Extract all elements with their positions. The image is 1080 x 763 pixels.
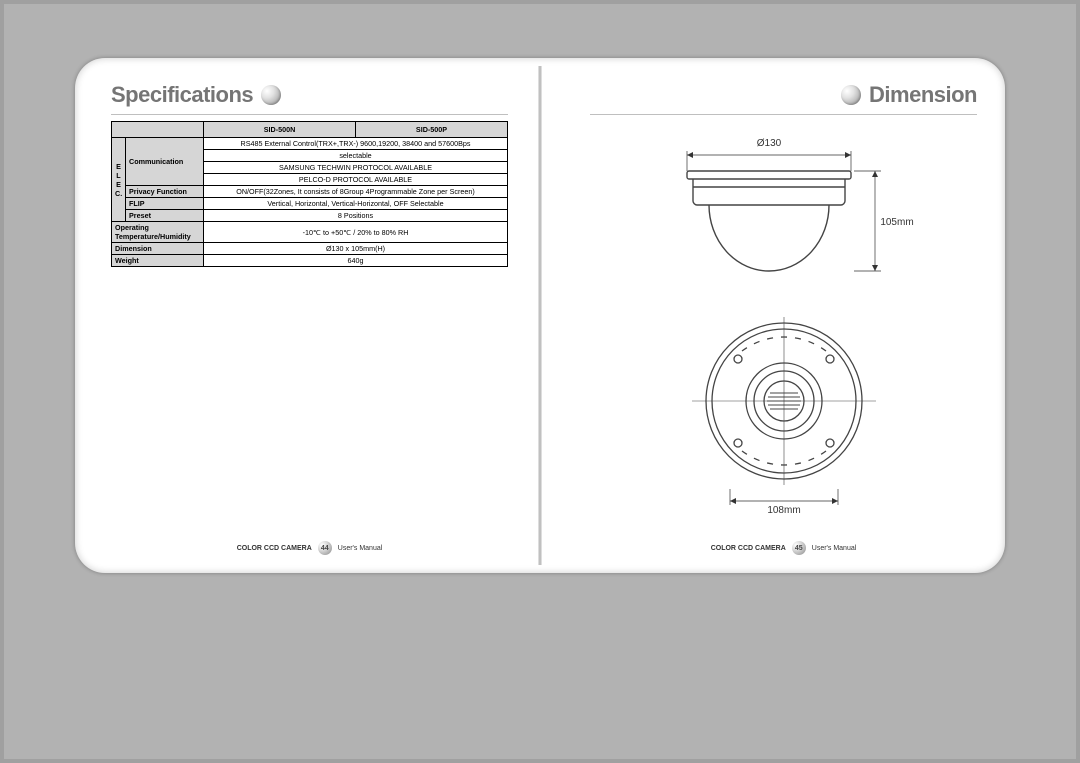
table-row: FLIP Vertical, Horizontal, Vertical-Hori… (112, 198, 508, 210)
table-row: Preset 8 Positions (112, 210, 508, 222)
temp-val: -10℃ to +50℃ / 20% to 80% RH (204, 222, 508, 243)
table-row: ELEC. Communication RS485 External Contr… (112, 138, 508, 150)
right-page-number: 45 (792, 541, 806, 555)
temp-label-2: Temperature/Humidity (115, 232, 191, 241)
dimension-header: Dimension (590, 82, 977, 115)
temp-label-1: Operating (115, 223, 149, 232)
footer-text: User's Manual (338, 545, 383, 552)
footer-text: User's Manual (812, 545, 857, 552)
specs-header: Specifications (111, 82, 508, 115)
left-footer: COLOR CCD CAMERA 44 User's Manual (111, 541, 508, 555)
model-b-header: SID-500P (356, 122, 508, 138)
sphere-icon (261, 85, 281, 105)
preset-val: 8 Positions (204, 210, 508, 222)
dome-bottom-view: 108mm (684, 311, 884, 516)
table-row: Privacy Function ON/OFF(32Zones, It cons… (112, 186, 508, 198)
specs-title: Specifications (111, 82, 253, 108)
dia-label: Ø130 (756, 138, 781, 149)
communication-l3: SAMSUNG TECHWIN PROTOCOL AVAILABLE (204, 162, 508, 174)
dimension-val: Ø130 x 105mm(H) (204, 243, 508, 255)
table-row: Dimension Ø130 x 105mm(H) (112, 243, 508, 255)
temp-label: Operating Temperature/Humidity (112, 222, 204, 243)
page-spread: Specifications SID-500N SID-500P ELEC. (75, 58, 1005, 573)
flip-label: FLIP (126, 198, 204, 210)
dimension-diagrams: Ø130 105mm (590, 121, 977, 541)
weight-val: 640g (204, 255, 508, 267)
communication-l2: selectable (204, 150, 508, 162)
right-page: Dimension Ø130 (540, 58, 1005, 573)
base-label: 108mm (767, 505, 800, 516)
dimension-title: Dimension (869, 82, 977, 108)
privacy-val: ON/OFF(32Zones, It consists of 8Group 4P… (204, 186, 508, 198)
specs-table: SID-500N SID-500P ELEC. Communication RS… (111, 121, 508, 267)
table-header-row: SID-500N SID-500P (112, 122, 508, 138)
left-page: Specifications SID-500N SID-500P ELEC. (75, 58, 540, 573)
communication-l4: PELCO-D PROTOCOL AVAILABLE (204, 174, 508, 186)
footer-brand: COLOR CCD CAMERA (711, 545, 786, 552)
dome-side-view: Ø130 105mm (649, 131, 919, 281)
left-page-number: 44 (318, 541, 332, 555)
corner-cell (112, 122, 204, 138)
dimension-label: Dimension (112, 243, 204, 255)
communication-label: Communication (126, 138, 204, 186)
height-label: 105mm (880, 217, 913, 228)
table-row: Operating Temperature/Humidity -10℃ to +… (112, 222, 508, 243)
sphere-icon (841, 85, 861, 105)
footer-brand: COLOR CCD CAMERA (237, 545, 312, 552)
privacy-label: Privacy Function (126, 186, 204, 198)
flip-val: Vertical, Horizontal, Vertical-Horizonta… (204, 198, 508, 210)
elec-group-label: ELEC. (112, 138, 126, 222)
preset-label: Preset (126, 210, 204, 222)
table-row: Weight 640g (112, 255, 508, 267)
right-footer: COLOR CCD CAMERA 45 User's Manual (590, 541, 977, 555)
model-a-header: SID-500N (204, 122, 356, 138)
weight-label: Weight (112, 255, 204, 267)
communication-l1: RS485 External Control(TRX+,TRX-) 9600,1… (204, 138, 508, 150)
